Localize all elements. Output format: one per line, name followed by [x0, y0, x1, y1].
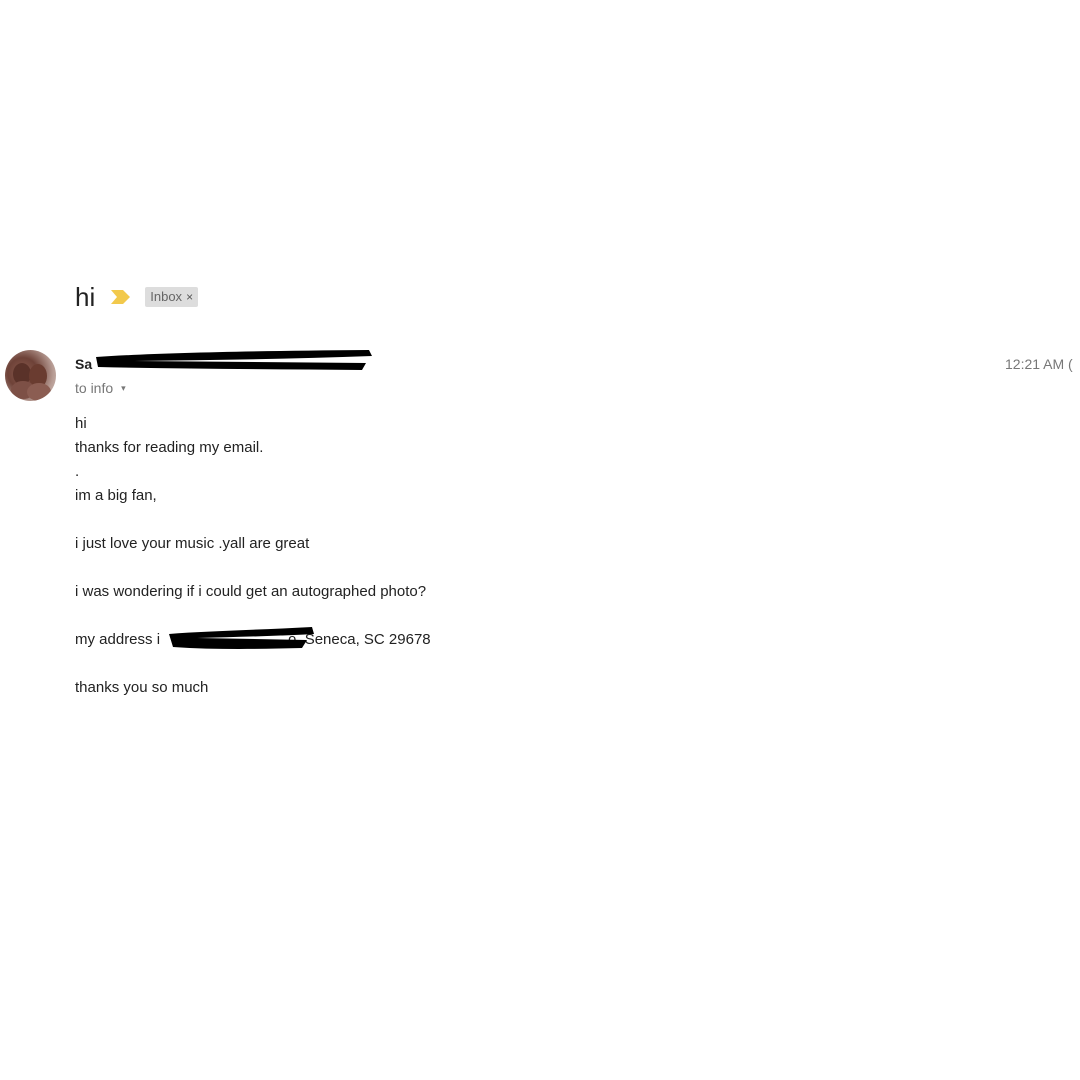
email-subject: hi	[75, 282, 96, 312]
inbox-label-text: Inbox	[150, 289, 183, 304]
body-line: i was wondering if i could get an autogr…	[75, 583, 427, 600]
body-line: thanks for reading my email.	[75, 439, 264, 456]
address-line: my address i o, Seneca, SC 29678	[75, 627, 775, 652]
show-details-caret-icon[interactable]: ▾	[121, 379, 126, 397]
email-body: hi thanks for reading my email. . im a b…	[75, 412, 775, 700]
sender-redaction-mark	[96, 350, 372, 370]
avatar-photo-icon	[11, 363, 51, 401]
sender-row: Sa	[75, 354, 92, 374]
sender-avatar[interactable]	[5, 350, 56, 401]
email-timestamp: 12:21 AM (	[1005, 356, 1073, 372]
address-prefix: my address i	[75, 631, 161, 648]
inbox-label[interactable]: Inbox ×	[145, 287, 199, 307]
subject-row: hi Inbox ×	[75, 280, 199, 314]
address-redaction-mark	[169, 627, 314, 649]
recipient-row: to info ▾	[75, 379, 126, 397]
sender-name[interactable]: Sa	[75, 356, 92, 372]
body-line: thanks you so much	[75, 679, 209, 696]
importance-marker-icon[interactable]	[109, 289, 131, 305]
body-line: hi	[75, 415, 87, 432]
recipient-text: to info	[75, 380, 114, 396]
body-line: im a big fan,	[75, 487, 157, 504]
body-line: i just love your music .yall are great	[75, 535, 310, 552]
remove-label-icon[interactable]: ×	[186, 289, 193, 305]
body-line: .	[75, 463, 80, 480]
